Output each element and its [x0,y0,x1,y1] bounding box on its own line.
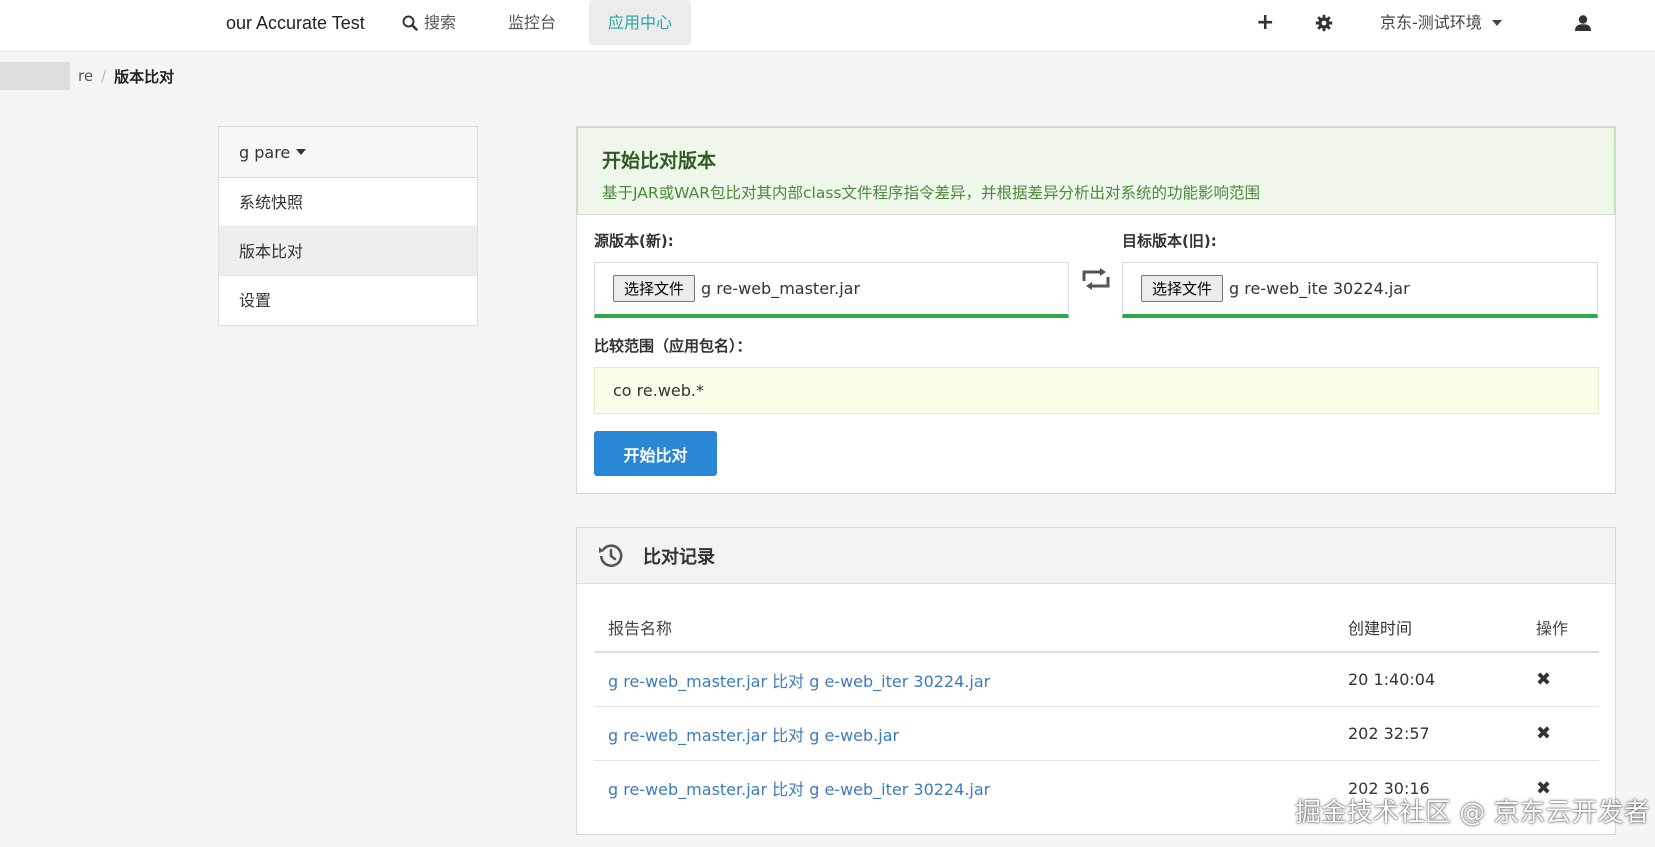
source-version-label: 源版本(新): [594,232,674,250]
delete-icon[interactable]: ✖ [1536,723,1551,744]
watermark-text: 掘金技术社区 @ 京东云开发者 [1295,798,1650,828]
table-header-row: 报告名称 创建时间 操作 [594,602,1599,653]
table-row: g re-web_master.jar 比对 g e-web.jar 202 3… [594,707,1599,761]
project-sidebar: g pare 系统快照 版本比对 设置 [218,126,478,326]
column-header-time: 创建时间 [1348,618,1413,638]
package-scope-input[interactable]: co re.web.* [594,367,1599,414]
report-link[interactable]: g re-web_master.jar 比对 g e-web.jar [594,722,1348,746]
column-header-action: 操作 [1536,618,1569,638]
breadcrumb-parent[interactable]: re [78,67,93,85]
env-label: 京东-测试环境 [1380,13,1482,32]
sidebar-item-settings[interactable]: 设置 [219,276,477,325]
table-row: g re-web_master.jar 比对 g e-web_iter 3022… [594,653,1599,707]
target-choose-file-button[interactable]: 选择文件 [1141,275,1224,302]
sidebar-item-snapshot[interactable]: 系统快照 [219,178,477,227]
created-time: 20 1:40:04 [1348,670,1436,689]
search-icon [402,15,418,31]
source-file-input[interactable]: 选择文件 g re-web_master.jar [594,262,1069,318]
compare-records-panel: 比对记录 报告名称 创建时间 操作 g re-web_master.jar 比对… [576,527,1616,835]
records-header: 比对记录 [577,528,1615,584]
breadcrumb-current: 版本比对 [114,67,175,86]
user-icon[interactable] [1574,0,1592,45]
top-navbar: our Accurate Test 搜索 监控台 应用中心 + 京东-测试环境 [0,0,1655,52]
report-link[interactable]: g re-web_master.jar 比对 g e-web_iter 3022… [594,668,1348,692]
redacted-block [0,62,70,90]
project-name: g pare [239,142,291,162]
nav-monitor[interactable]: 监控台 [508,0,556,45]
compare-panel-header: 开始比对版本 基于JAR或WAR包比对其内部class文件程序指令差异，并根据差… [577,127,1615,215]
chevron-down-icon [296,149,307,155]
sidebar-item-version-compare[interactable]: 版本比对 [219,227,477,276]
nav-search[interactable]: 搜索 [402,0,456,45]
target-file-input[interactable]: 选择文件 g re-web_ite 30224.jar [1122,262,1598,318]
delete-icon[interactable]: ✖ [1536,669,1551,690]
add-icon[interactable]: + [1256,0,1274,45]
project-selector[interactable]: g pare [219,127,477,178]
brand-title[interactable]: our Accurate Test [226,13,365,34]
compare-subtitle: 基于JAR或WAR包比对其内部class文件程序指令差异，并根据差异分析出对系统… [602,184,1261,202]
gear-icon[interactable] [1315,0,1333,45]
nav-app-center[interactable]: 应用中心 [589,0,691,45]
report-link[interactable]: g re-web_master.jar 比对 g e-web_iter 3022… [594,776,1348,800]
records-table: 报告名称 创建时间 操作 g re-web_master.jar 比对 g e-… [594,602,1599,815]
target-file-name: g re-web_ite 30224.jar [1229,279,1410,298]
created-time: 202 32:57 [1348,724,1430,743]
source-file-name: g re-web_master.jar [701,279,861,298]
scope-label: 比较范围（应用包名）： [594,337,752,355]
breadcrumb: re / 版本比对 [0,62,174,90]
env-selector[interactable]: 京东-测试环境 [1380,0,1502,45]
compare-panel: 开始比对版本 基于JAR或WAR包比对其内部class文件程序指令差异，并根据差… [576,126,1616,494]
start-compare-button[interactable]: 开始比对 [594,431,717,476]
nav-search-label: 搜索 [424,13,457,32]
chevron-down-icon [1491,19,1502,26]
breadcrumb-separator: / [101,67,107,85]
scope-value: co re.web.* [613,381,704,400]
history-icon [599,543,623,567]
swap-icon[interactable] [1080,267,1112,291]
compare-title: 开始比对版本 [602,150,717,172]
target-version-label: 目标版本(旧): [1122,232,1217,250]
source-choose-file-button[interactable]: 选择文件 [613,275,696,302]
records-title: 比对记录 [643,546,715,568]
column-header-name: 报告名称 [608,618,673,638]
